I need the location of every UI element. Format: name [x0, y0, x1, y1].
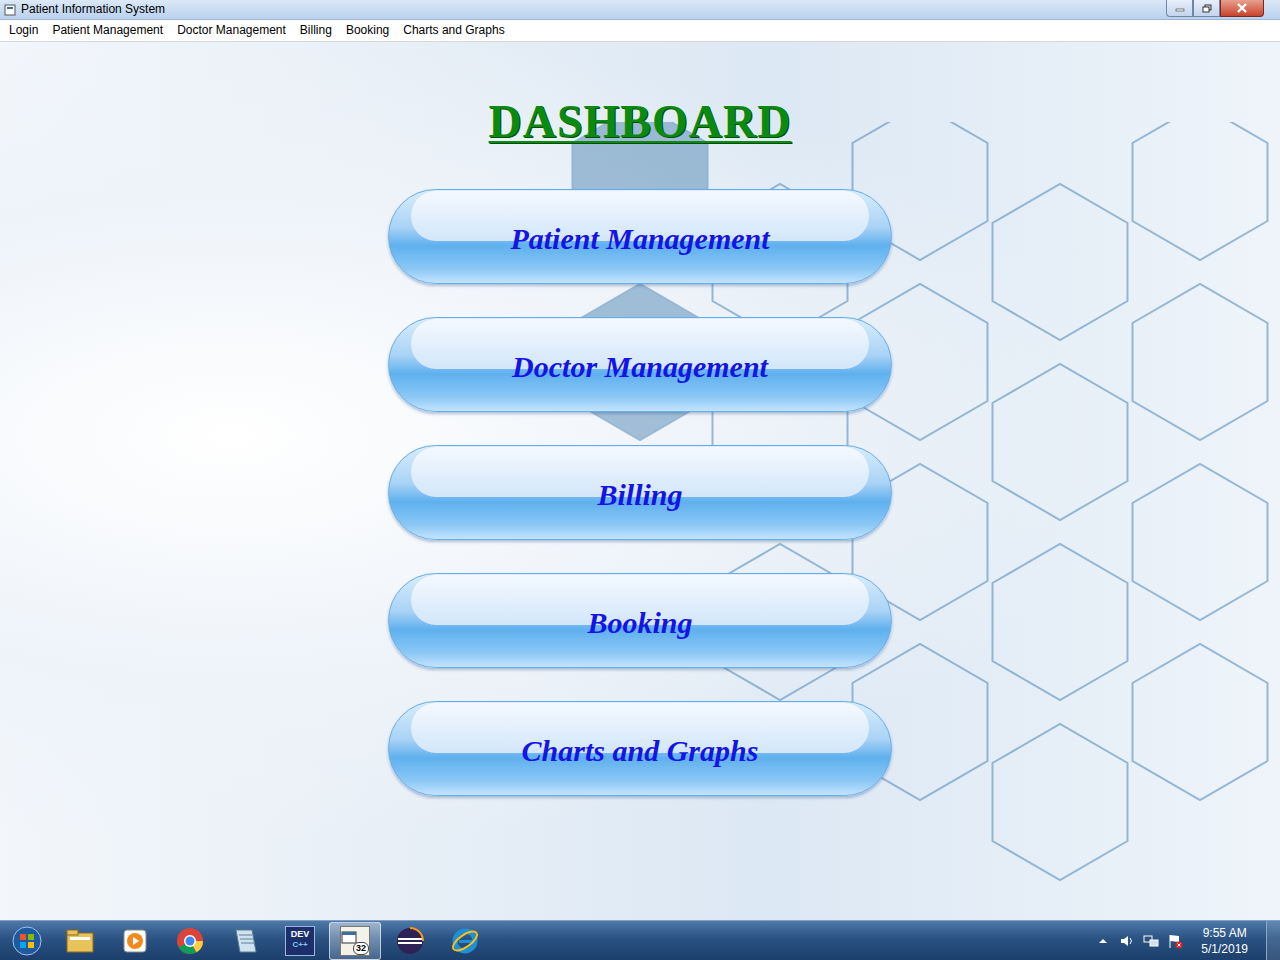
menu-item[interactable]: Login — [2, 20, 45, 41]
dev-cpp-icon: DEV C++ — [285, 926, 315, 956]
dashboard-button[interactable]: Billing — [388, 445, 892, 540]
taskbar: DEV C++ 32 9:55 AM5/1/2019 — [0, 920, 1280, 960]
window-title: Patient Information System — [21, 0, 165, 18]
taskbar-app[interactable] — [219, 922, 271, 960]
dashboard-title: DASHBOARD — [489, 94, 792, 149]
clock-date: 5/1/2019 — [1201, 941, 1248, 957]
show-hidden-icon — [1095, 933, 1111, 949]
notes-icon — [230, 926, 260, 956]
app-icon — [4, 4, 16, 16]
network-icon — [1143, 933, 1159, 949]
menu-item[interactable]: Doctor Management — [170, 20, 293, 41]
menu-item[interactable]: Patient Management — [45, 20, 170, 41]
title-bar: Patient Information System — [0, 0, 1280, 20]
dev-cpp-label: DEV — [291, 929, 310, 939]
dashboard-button[interactable]: Doctor Management — [388, 317, 892, 412]
chrome-icon — [175, 926, 205, 956]
taskbar-app[interactable] — [109, 922, 161, 960]
menu-bar: LoginPatient ManagementDoctor Management… — [0, 20, 1280, 42]
folder-icon — [65, 926, 95, 956]
minimize-button[interactable] — [1166, 0, 1193, 17]
start-button[interactable] — [0, 921, 54, 960]
taskbar-app[interactable]: 32 — [329, 922, 381, 960]
dashboard-button[interactable]: Charts and Graphs — [388, 701, 892, 796]
dashboard-button-label: Patient Management — [510, 216, 769, 261]
dashboard-button-label: Doctor Management — [512, 344, 768, 389]
dev-cpp-sublabel: C++ — [286, 941, 314, 949]
close-button[interactable] — [1220, 0, 1264, 17]
dashboard-button-label: Charts and Graphs — [522, 728, 759, 773]
media-player-icon — [120, 926, 150, 956]
taskbar-app[interactable] — [54, 922, 106, 960]
dashboard-button-label: Billing — [597, 472, 682, 517]
dashboard-panel: DASHBOARD Patient Management Doctor Manage… — [0, 42, 1280, 920]
eclipse-icon — [395, 926, 425, 956]
system-tray: 9:55 AM5/1/2019 — [1095, 925, 1266, 957]
app-window: Patient Information SystemLoginPatient M… — [0, 0, 1280, 960]
taskbar-app[interactable] — [164, 922, 216, 960]
windows-logo-icon — [12, 926, 42, 956]
window-controls — [1166, 0, 1264, 17]
clock[interactable]: 9:55 AM5/1/2019 — [1191, 925, 1258, 957]
menu-item[interactable]: Booking — [339, 20, 396, 41]
taskbar-app[interactable] — [439, 922, 491, 960]
menu-item[interactable]: Billing — [293, 20, 339, 41]
taskbar-app[interactable] — [384, 922, 436, 960]
minimize-icon — [1175, 4, 1185, 12]
dashboard-button[interactable]: Patient Management — [388, 189, 892, 284]
close-icon — [1236, 3, 1248, 13]
show-desktop-button[interactable] — [1266, 921, 1280, 960]
app-window-icon: 32 — [340, 926, 370, 956]
restore-button[interactable] — [1193, 0, 1220, 17]
dashboard-button[interactable]: Booking — [388, 573, 892, 668]
app-window-badge: 32 — [353, 942, 369, 955]
dashboard-buttons: Patient Management Doctor Management Billi… — [388, 189, 892, 796]
action-center-flag-icon — [1167, 933, 1183, 949]
menu-item[interactable]: Charts and Graphs — [396, 20, 511, 41]
taskbar-app[interactable]: DEV C++ — [274, 922, 326, 960]
restore-icon — [1202, 4, 1212, 13]
clock-time: 9:55 AM — [1201, 925, 1248, 941]
dashboard-button-label: Booking — [587, 600, 692, 645]
speaker-icon — [1119, 933, 1135, 949]
internet-explorer-icon — [450, 926, 480, 956]
